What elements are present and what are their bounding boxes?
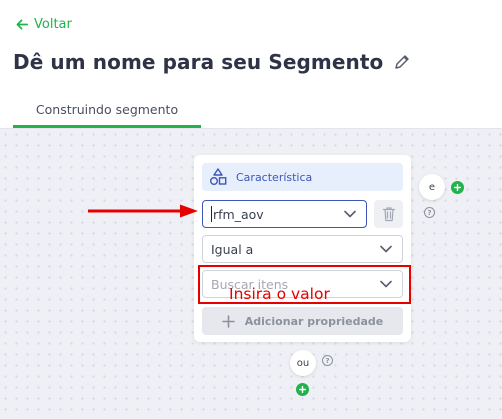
attribute-select[interactable]: rfm_aov — [202, 200, 367, 228]
annotation-arrow-icon — [88, 204, 198, 218]
back-label: Voltar — [34, 17, 72, 32]
operator-value: Igual a — [211, 241, 254, 257]
annotation-note: Insira o valor — [229, 285, 330, 303]
operator-select[interactable]: Igual a — [202, 235, 403, 263]
and-button[interactable]: e — [419, 174, 445, 200]
pencil-icon[interactable] — [393, 53, 411, 71]
delete-button[interactable] — [374, 200, 403, 228]
help-icon[interactable]: ? — [424, 207, 435, 218]
plus-icon — [454, 184, 461, 191]
condition-card: Característica rfm_aov Igual a Buscar it… — [194, 155, 411, 342]
plus-icon — [221, 314, 235, 328]
chevron-down-icon — [380, 245, 392, 253]
add-property-label: Adicionar propriedade — [244, 314, 384, 328]
shapes-icon — [210, 168, 227, 185]
add-and-button[interactable] — [451, 181, 464, 194]
trash-icon — [382, 207, 395, 222]
arrow-left-icon — [16, 19, 28, 30]
characteristic-label: Característica — [236, 170, 313, 184]
text-cursor — [211, 206, 212, 222]
back-link[interactable]: Voltar — [16, 17, 72, 32]
add-property-button[interactable]: Adicionar propriedade — [202, 307, 403, 335]
tab-building-segment[interactable]: Construindo segmento — [13, 100, 201, 128]
page-title: Dê um nome para seu Segmento — [13, 50, 384, 74]
or-button[interactable]: ou — [290, 350, 316, 376]
chevron-down-icon — [344, 210, 356, 218]
add-or-button[interactable] — [296, 383, 309, 396]
and-label: e — [428, 181, 436, 193]
attribute-value: rfm_aov — [213, 206, 264, 222]
or-label: ou — [296, 357, 310, 369]
page-header: Voltar Dê um nome para seu Segmento Cons… — [0, 0, 502, 128]
characteristic-header: Característica — [202, 163, 403, 191]
help-icon[interactable]: ? — [322, 355, 333, 366]
title-row: Dê um nome para seu Segmento — [13, 50, 411, 74]
tab-label: Construindo segmento — [35, 102, 179, 117]
plus-icon — [299, 386, 306, 393]
